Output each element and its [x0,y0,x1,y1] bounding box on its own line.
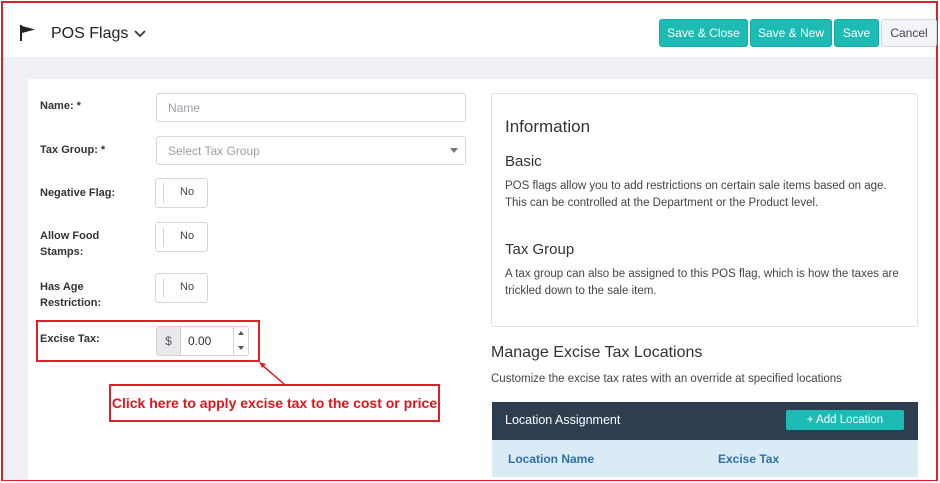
food-stamps-label-line2: Stamps: [40,246,84,258]
save-button[interactable]: Save [834,19,879,47]
negative-flag-label: Negative Flag: [40,187,116,199]
name-placeholder: Name [168,100,201,115]
age-restriction-label-line2: Restriction: [40,297,102,309]
tax-group-select[interactable]: Select Tax Group [156,136,466,165]
basic-text: POS flags allow you to add restrictions … [505,180,887,209]
food-stamps-toggle[interactable]: No [155,222,208,252]
tax-group-label: Tax Group: * [40,144,106,156]
column-header-excise-tax[interactable]: Excise Tax [718,452,779,466]
age-restriction-label-line1: Has Age [40,281,84,293]
name-input[interactable]: Name [156,93,466,122]
excise-locations-title: Manage Excise Tax Locations [491,344,703,361]
flag-icon [20,25,35,41]
caret-down-icon [450,148,458,153]
tax-group-heading: Tax Group [505,241,575,258]
annotation-highlight-box [36,320,260,362]
location-table-columns: Location Name Excise Tax [492,440,918,477]
save-new-button[interactable]: Save & New [750,19,832,47]
toggle-state: No [180,230,195,242]
age-restriction-toggle[interactable]: No [155,273,208,303]
information-title: Information [505,117,591,136]
page-title: POS Flags [51,25,129,42]
tax-group-text: A tax group can also be assigned to this… [505,268,899,297]
cancel-button[interactable]: Cancel [881,19,937,47]
toggle-knob [163,278,164,298]
tax-group-placeholder: Select Tax Group [168,143,260,158]
negative-flag-toggle[interactable]: No [155,178,208,208]
save-close-button[interactable]: Save & Close [659,19,748,47]
annotation-callout: Click here to apply excise tax to the co… [109,384,440,422]
chevron-down-icon[interactable] [133,28,147,40]
location-assignment-title: Location Assignment [505,413,621,427]
toggle-state: No [180,281,195,293]
toggle-knob [163,183,164,203]
toggle-knob [163,227,164,247]
information-panel: Information Basic POS flags allow you to… [491,93,918,327]
excise-locations-description: Customize the excise tax rates with an o… [491,373,842,385]
food-stamps-label-line1: Allow Food [40,230,100,242]
add-location-button[interactable]: + Add Location [786,410,904,430]
basic-heading: Basic [505,153,542,170]
column-header-location-name[interactable]: Location Name [508,452,594,466]
name-label: Name: * [40,100,81,112]
toggle-state: No [180,186,195,198]
location-assignment-header: Location Assignment + Add Location [492,402,918,440]
